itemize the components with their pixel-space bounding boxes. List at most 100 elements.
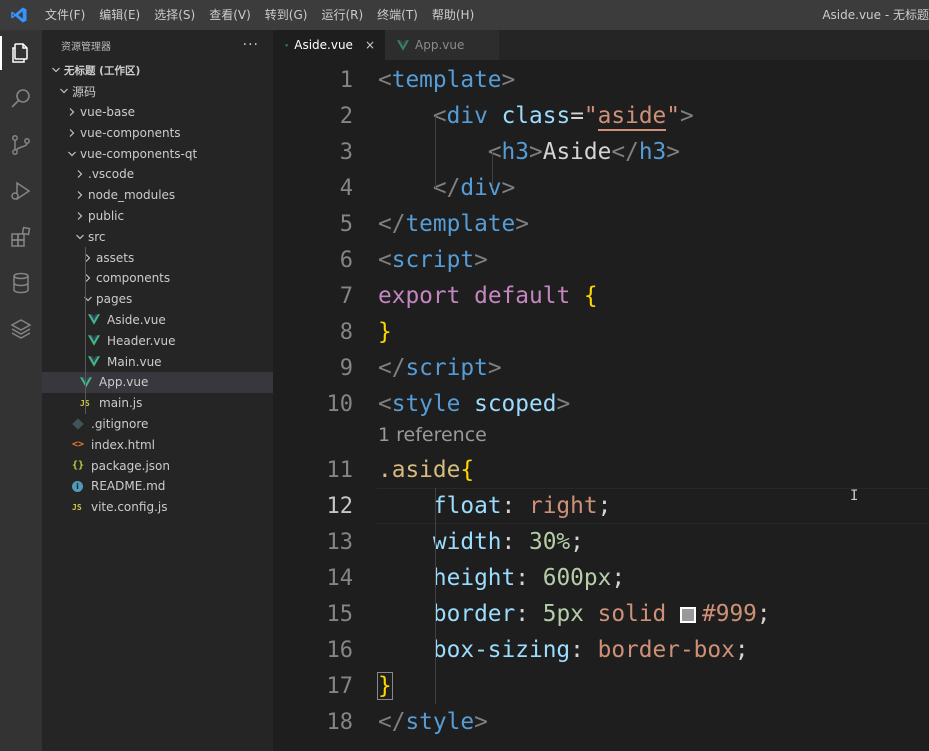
chevron-right-icon[interactable] xyxy=(80,273,96,283)
info-file-icon: i xyxy=(72,480,88,492)
tree-folder[interactable]: vue-components-qt xyxy=(42,143,273,164)
tree-folder[interactable]: node_modules xyxy=(42,185,273,206)
explorer-icon[interactable] xyxy=(0,30,42,76)
tree-item-label: node_modules xyxy=(88,188,176,203)
menu-item[interactable]: 终端(T) xyxy=(370,0,425,30)
run-debug-icon[interactable] xyxy=(0,168,42,214)
source-control-icon[interactable] xyxy=(0,122,42,168)
chevron-down-icon[interactable] xyxy=(80,294,96,304)
tree-file[interactable]: JS vite.config.js xyxy=(42,497,273,518)
chevron-down-icon[interactable] xyxy=(64,149,80,159)
code-token: > xyxy=(474,709,488,735)
tree-file[interactable]: App.vue xyxy=(42,371,273,393)
code-token: export xyxy=(378,283,461,309)
js-file-icon: JS xyxy=(72,502,82,512)
tab-app-vue[interactable]: App.vue xyxy=(385,30,499,60)
code-token: </ xyxy=(611,139,639,165)
code-token: : xyxy=(570,637,598,663)
code-token: </ xyxy=(378,709,406,735)
chevron-right-icon[interactable] xyxy=(80,253,96,263)
line-number: 5 xyxy=(339,211,353,237)
tree-file[interactable]: Header.vue xyxy=(42,330,273,351)
tree-folder[interactable]: components xyxy=(42,268,273,289)
tree-item-label: 无标题 (工作区) xyxy=(64,64,141,77)
code-text: </style> xyxy=(378,709,488,735)
chevron-right-icon[interactable] xyxy=(64,107,80,117)
tree-folder[interactable]: src xyxy=(42,226,273,247)
chevron-right-icon[interactable] xyxy=(72,169,88,179)
indent-guide xyxy=(435,488,436,704)
code-text: <template> xyxy=(378,67,515,93)
tree-item-label: pages xyxy=(96,292,133,307)
menu-item[interactable]: 选择(S) xyxy=(147,0,202,30)
tree-folder[interactable]: assets xyxy=(42,247,273,268)
line-number: 11 xyxy=(326,457,354,483)
tree-file[interactable]: .gitignore xyxy=(42,414,273,435)
code-editor[interactable]: I 1 <template> 2 <div class="aside"> 3 <h3>… xyxy=(273,60,929,751)
menu-item[interactable]: 编辑(E) xyxy=(92,0,147,30)
vue-file-icon xyxy=(397,39,409,51)
chevron-down-icon[interactable] xyxy=(48,65,64,75)
code-token: : xyxy=(501,529,529,555)
menu-item[interactable]: 文件(F) xyxy=(38,0,92,30)
tree-folder[interactable]: 无标题 (工作区) xyxy=(42,60,273,81)
line-number: 18 xyxy=(326,709,354,735)
tree-item-label: index.html xyxy=(91,437,155,452)
database-icon[interactable] xyxy=(0,260,42,306)
tree-file[interactable]: Main.vue xyxy=(42,351,273,372)
layers-icon[interactable] xyxy=(0,306,42,352)
close-icon[interactable]: × xyxy=(365,38,375,52)
code-text: <style scoped> xyxy=(378,391,570,417)
code-text: </script> xyxy=(378,355,502,381)
code-token: default xyxy=(474,283,571,309)
title-bar: 文件(F) 编辑(E) 选择(S) 查看(V) 转到(G) 运行(R) 终端(T) 帮助(H)… xyxy=(0,0,929,30)
tree-file[interactable]: Aside.vue xyxy=(42,310,273,331)
menu-item[interactable]: 帮助(H) xyxy=(425,0,481,30)
code-line: 2 <div class="aside"> xyxy=(273,98,929,134)
codelens-reference[interactable]: 1 reference xyxy=(378,424,487,446)
chevron-right-icon[interactable] xyxy=(72,190,88,200)
code-line: 3 <h3>Aside</h3> xyxy=(273,134,929,170)
code-token: < xyxy=(378,391,392,417)
code-text: <script> xyxy=(378,247,488,273)
tree-file[interactable]: {} package.json xyxy=(42,455,273,476)
line-number: 10 xyxy=(326,391,354,417)
tree-folder[interactable]: vue-base xyxy=(42,102,273,123)
code-token: > xyxy=(487,355,502,381)
tree-file[interactable]: JSmain.js xyxy=(42,393,273,414)
code-token: height xyxy=(432,565,516,591)
more-actions-icon[interactable]: ··· xyxy=(243,37,259,53)
code-text: <div class="aside"> xyxy=(378,103,694,131)
menu-item[interactable]: 转到(G) xyxy=(258,0,315,30)
color-swatch[interactable] xyxy=(680,607,696,623)
chevron-down-icon[interactable] xyxy=(56,86,72,96)
code-token: : xyxy=(515,601,543,627)
code-token: ; xyxy=(611,565,626,591)
tree-folder[interactable]: public xyxy=(42,206,273,227)
menu-item[interactable]: 运行(R) xyxy=(314,0,370,30)
code-text: } xyxy=(377,672,393,700)
code-token: > xyxy=(666,139,680,165)
search-icon[interactable] xyxy=(0,76,42,122)
tree-item-label: .vscode xyxy=(88,167,135,182)
code-token: h3 xyxy=(501,139,529,165)
code-token: </ xyxy=(432,175,461,201)
code-token: solid xyxy=(597,601,667,627)
tree-file[interactable]: <> index.html xyxy=(42,434,273,455)
tree-folder[interactable]: 源码 xyxy=(42,81,273,102)
menu-item[interactable]: 查看(V) xyxy=(202,0,258,30)
chevron-right-icon[interactable] xyxy=(64,128,80,138)
html-file-icon: <> xyxy=(72,439,85,451)
extensions-icon[interactable] xyxy=(0,214,42,260)
tree-folder[interactable]: vue-components xyxy=(42,122,273,143)
tree-folder[interactable]: pages xyxy=(42,289,273,310)
code-token: right xyxy=(528,493,598,519)
chevron-down-icon[interactable] xyxy=(72,232,88,242)
code-line: 6 <script> xyxy=(273,242,929,278)
tab-aside-vue[interactable]: Aside.vue × xyxy=(273,30,385,60)
tree-file[interactable]: i README.md xyxy=(42,476,273,497)
code-token: } xyxy=(377,672,393,700)
tree-folder[interactable]: .vscode xyxy=(42,164,273,185)
chevron-right-icon[interactable] xyxy=(72,211,88,221)
